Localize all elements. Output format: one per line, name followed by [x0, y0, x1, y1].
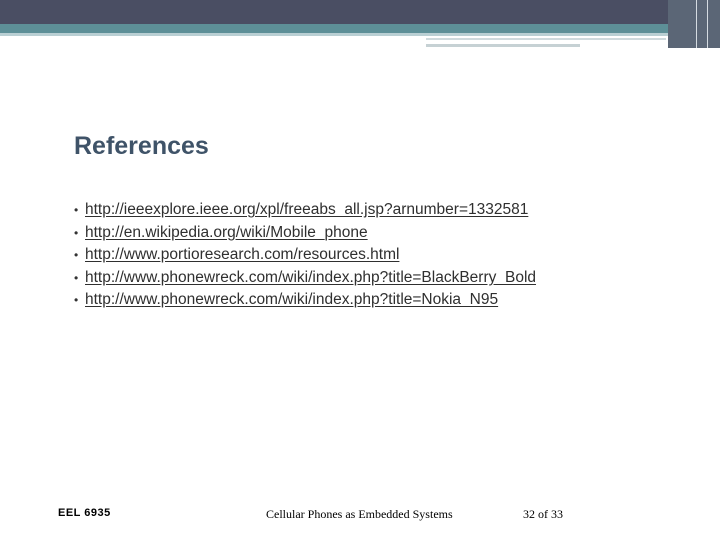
- bullet: •: [74, 270, 79, 285]
- header-corner-line: [696, 0, 697, 48]
- header-band-teal: [0, 24, 720, 33]
- list-item: • http://www.phonewreck.com/wiki/index.ph…: [74, 267, 536, 290]
- list-item: • http://en.wikipedia.org/wiki/Mobile_pho…: [74, 222, 536, 245]
- header-stripe-short: [426, 38, 666, 40]
- slide: References • http://ieeexplore.ieee.org/x…: [0, 0, 720, 540]
- bullet: •: [74, 225, 79, 240]
- header-stripe: [0, 33, 720, 36]
- list-item: • http://www.phonewreck.com/wiki/index.ph…: [74, 289, 536, 312]
- header-stripe-shorter: [426, 44, 580, 47]
- reference-link[interactable]: http://en.wikipedia.org/wiki/Mobile_phon…: [85, 224, 368, 241]
- footer-page-number: 32 of 33: [523, 507, 563, 521]
- list-item: • http://ieeexplore.ieee.org/xpl/freeabs_…: [74, 199, 536, 222]
- reference-link[interactable]: http://www.portioresearch.com/resources.…: [85, 246, 399, 263]
- footer-topic: Cellular Phones as Embedded Systems: [266, 507, 453, 521]
- footer-course: EEL 6935: [58, 507, 111, 519]
- reference-link[interactable]: http://www.phonewreck.com/wiki/index.php…: [85, 269, 536, 286]
- bullet: •: [74, 293, 79, 308]
- header-corner-line: [707, 0, 708, 48]
- reference-link[interactable]: http://ieeexplore.ieee.org/xpl/freeabs_a…: [85, 201, 528, 218]
- header-band-dark: [0, 0, 720, 24]
- list-item: • http://www.portioresearch.com/resources…: [74, 244, 536, 267]
- slide-title: References: [74, 132, 209, 160]
- bullet: •: [74, 203, 79, 217]
- reference-link[interactable]: http://www.phonewreck.com/wiki/index.php…: [85, 291, 498, 308]
- bullet: •: [74, 248, 79, 263]
- header-corner-block: [668, 0, 720, 48]
- reference-list: • http://ieeexplore.ieee.org/xpl/freeabs_…: [74, 199, 536, 312]
